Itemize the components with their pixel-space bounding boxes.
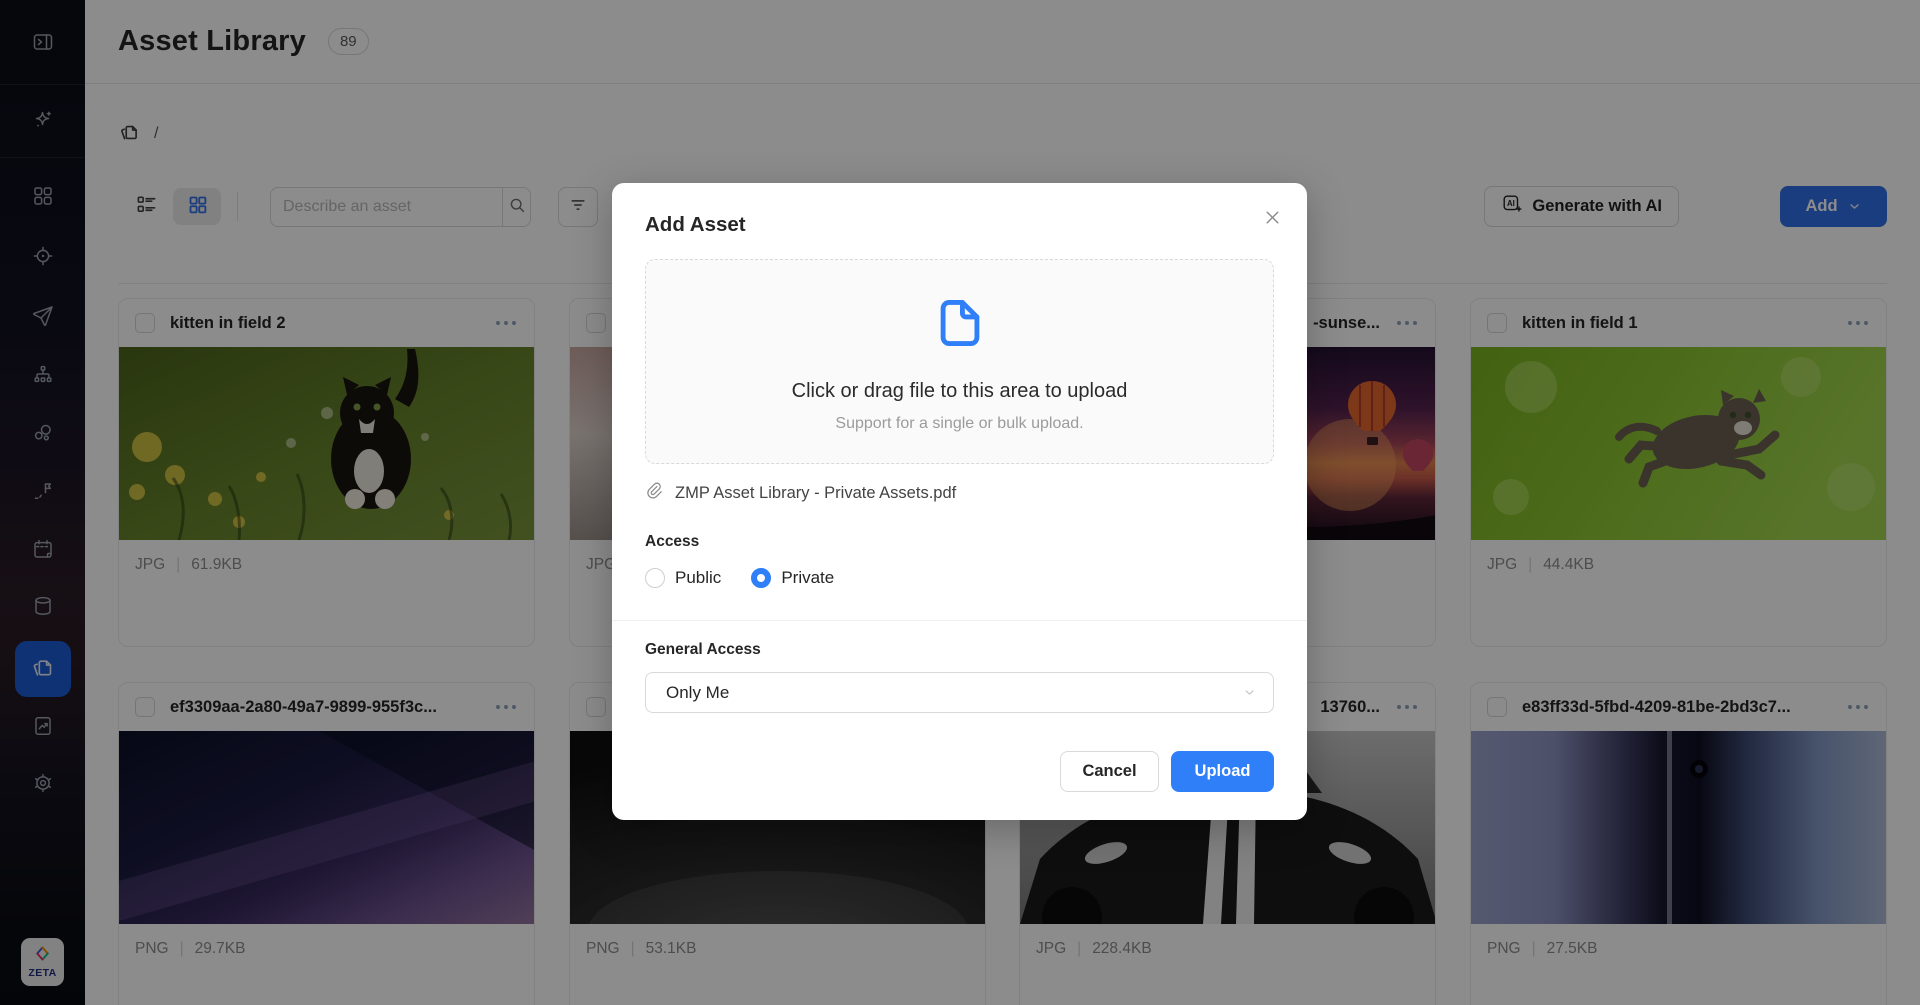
radio-private-circle[interactable] (751, 568, 771, 588)
dropzone-subtitle: Support for a single or bulk upload. (835, 415, 1083, 433)
radio-public-label: Public (675, 568, 721, 588)
access-label: Access (645, 533, 1274, 551)
attached-file-row: ZMP Asset Library - Private Assets.pdf (645, 481, 1274, 505)
radio-private-label: Private (781, 568, 834, 588)
radio-public[interactable]: Public (645, 568, 721, 588)
attached-file-name: ZMP Asset Library - Private Assets.pdf (675, 484, 956, 503)
general-access-select[interactable]: Only Me (645, 672, 1274, 713)
chevron-down-icon (1242, 685, 1257, 700)
access-radio-group: Public Private (645, 568, 1274, 588)
file-dropzone[interactable]: Click or drag file to this area to uploa… (645, 259, 1274, 464)
upload-file-icon (931, 291, 989, 360)
add-asset-modal: Add Asset Click or drag file to this are… (612, 183, 1307, 820)
paperclip-icon (645, 481, 664, 505)
radio-private[interactable]: Private (751, 568, 834, 588)
radio-public-circle[interactable] (645, 568, 665, 588)
modal-divider (612, 620, 1307, 621)
upload-button[interactable]: Upload (1171, 751, 1274, 792)
modal-title: Add Asset (645, 213, 1274, 237)
dropzone-title: Click or drag file to this area to uploa… (792, 380, 1128, 403)
general-access-value: Only Me (666, 683, 729, 703)
modal-actions: Cancel Upload (1060, 751, 1274, 792)
close-icon[interactable] (1262, 207, 1283, 233)
general-access-label: General Access (645, 641, 761, 659)
app-window: ZETA Asset Library 89 / AI Generate (0, 0, 1920, 1005)
cancel-button[interactable]: Cancel (1060, 751, 1159, 792)
